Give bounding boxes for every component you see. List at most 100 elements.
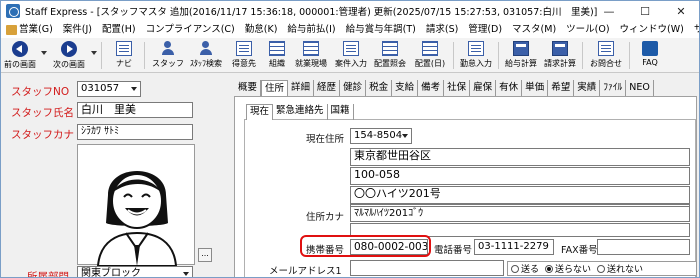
menu-haichi[interactable]: 配置(H): [97, 21, 141, 38]
customer-button[interactable]: 得意先: [229, 39, 259, 72]
menu-tool[interactable]: ツール(O): [561, 21, 614, 38]
radio-send[interactable]: 送る: [511, 262, 539, 275]
chevron-down-icon: [131, 87, 137, 91]
tab-social-insurance[interactable]: 社保: [444, 80, 471, 96]
address-line1-field[interactable]: 東京都世田谷区: [350, 148, 690, 166]
tab-paid-leave[interactable]: 有休: [496, 80, 523, 96]
app-icon: [6, 4, 20, 18]
billing-calc-button[interactable]: 請求計算: [541, 39, 579, 72]
payroll-calc-button[interactable]: 給与計算: [503, 39, 539, 72]
staff-button[interactable]: スタッフ: [151, 39, 185, 72]
current-address-label: 現在住所: [306, 134, 345, 145]
staff-icon: [160, 41, 176, 56]
menu-kanri[interactable]: 管理(D): [463, 21, 507, 38]
menu-anken[interactable]: 案件(J): [58, 21, 97, 38]
tab-tax[interactable]: 税金: [366, 80, 393, 96]
dept-label: 所属部門: [27, 271, 69, 278]
inquiry-button[interactable]: お問合せ: [587, 39, 625, 72]
faq-icon: [642, 41, 658, 56]
menu-support[interactable]: サポート(H): [689, 21, 699, 38]
radio-do-not-send[interactable]: 送らない: [545, 262, 591, 275]
billing-calc-icon: [552, 41, 568, 56]
tab-unit-price[interactable]: 単価: [522, 80, 549, 96]
toolbar-divider: [629, 42, 630, 69]
workplace-button[interactable]: 就業現場: [293, 39, 329, 72]
staff-name-field[interactable]: 白川 里美: [77, 102, 193, 118]
staff-no-select[interactable]: 031057: [77, 81, 141, 97]
address-kana-label: 住所カナ: [306, 212, 345, 223]
mobile-number-highlight: [300, 235, 431, 257]
toolbar-divider: [144, 42, 145, 69]
subtab-current[interactable]: 現在: [246, 104, 274, 120]
workplace-icon: [303, 41, 319, 56]
placement-day-button[interactable]: 配置(日): [411, 39, 449, 72]
attendance-entry-button[interactable]: 勤怠入力: [457, 39, 495, 72]
tab-history[interactable]: 経歴: [314, 80, 341, 96]
menu-folder-icon: [6, 24, 17, 35]
main-tabs: 概要 住所 詳細 経歴 健診 税金 支給 備考 社保 雇保 有休 単価 希望 実…: [235, 80, 654, 97]
menu-seikyu[interactable]: 請求(S): [421, 21, 463, 38]
photo-browse-button[interactable]: ...: [198, 248, 212, 262]
menu-kyuyo-maebarai[interactable]: 給与前払(I): [282, 21, 340, 38]
title-bar: Staff Express - [スタッフマスタ 追加(2016/11/17 1…: [1, 1, 699, 21]
dept-select[interactable]: 関東ブロック: [77, 266, 193, 277]
maximize-button[interactable]: ☐: [627, 1, 663, 21]
navi-button[interactable]: ナビ: [111, 39, 137, 72]
tab-notes[interactable]: 備考: [418, 80, 445, 96]
staff-photo: [77, 144, 195, 267]
close-button[interactable]: ✕: [663, 1, 699, 21]
address-line2-field[interactable]: 100-058: [350, 167, 690, 185]
prev-screen-button[interactable]: 前の画面: [3, 39, 37, 72]
next-dropdown-icon[interactable]: [91, 51, 97, 55]
email-label: メールアドレス1: [269, 266, 342, 277]
toolbar: 前の画面 次の画面 ナビ スタッフ ｽﾀｯﾌ検索 得意先 組織 就業現場 案件入…: [1, 38, 699, 73]
sub-tabs: 現在 緊急連絡先 国籍: [246, 104, 354, 120]
tab-details[interactable]: 詳細: [288, 80, 315, 96]
toolbar-divider: [453, 42, 454, 69]
subtab-nationality[interactable]: 国籍: [328, 104, 354, 120]
application-window: Staff Express - [スタッフマスタ 追加(2016/11/17 1…: [0, 0, 700, 278]
subtab-emergency-contact[interactable]: 緊急連絡先: [273, 104, 328, 120]
staff-search-button[interactable]: ｽﾀｯﾌ検索: [187, 39, 225, 72]
organization-button[interactable]: 組織: [263, 39, 291, 72]
address-line3-field[interactable]: 〇〇ハイツ201号: [350, 186, 690, 204]
postal-code-select[interactable]: 154-8504: [350, 128, 412, 144]
tab-preferences[interactable]: 希望: [548, 80, 575, 96]
tab-payment[interactable]: 支給: [392, 80, 419, 96]
email-field[interactable]: [350, 260, 504, 276]
placement-inquiry-button[interactable]: 配置照会: [371, 39, 409, 72]
fax-number-field[interactable]: [597, 239, 690, 255]
radio-button-selected-icon: [545, 264, 554, 273]
tab-address[interactable]: 住所: [261, 80, 289, 96]
address-kana-field[interactable]: ﾏﾙﾏﾙﾊｲﾂ201ｺﾞｳ: [350, 206, 690, 222]
toolbar-divider: [498, 42, 499, 69]
tab-overview[interactable]: 概要: [235, 80, 262, 96]
tab-neo[interactable]: NEO: [626, 80, 654, 96]
arrow-right-icon: [61, 41, 77, 57]
menu-master[interactable]: マスタ(M): [507, 21, 561, 38]
minimize-button[interactable]: —: [591, 1, 627, 21]
customer-icon: [236, 41, 252, 56]
menu-eigyo[interactable]: 営業(G): [1, 21, 58, 38]
menu-kintai[interactable]: 勤怠(K): [240, 21, 283, 38]
next-screen-button[interactable]: 次の画面: [51, 39, 87, 72]
menu-kyuyo-shoyo[interactable]: 給与賞与年調(T): [341, 21, 421, 38]
phone-number-label: 電話番号: [434, 245, 473, 256]
person-illustration-icon: [96, 171, 178, 267]
tab-employment-insurance[interactable]: 雇保: [470, 80, 497, 96]
tab-record[interactable]: 実績: [574, 80, 601, 96]
menu-compliance[interactable]: コンプライアンス(C): [141, 21, 240, 38]
menu-window[interactable]: ウィンドウ(W): [615, 21, 689, 38]
staff-kana-field[interactable]: ｼﾗｶﾜ ｻﾄﾐ: [77, 124, 193, 140]
staff-search-icon: [198, 41, 214, 56]
tab-file[interactable]: ﾌｧｲﾙ: [600, 80, 627, 96]
email-send-options: 送る 送らない 送れない: [507, 261, 697, 276]
tab-health-check[interactable]: 健診: [340, 80, 367, 96]
radio-cannot-send[interactable]: 送れない: [597, 262, 643, 275]
job-entry-button[interactable]: 案件入力: [333, 39, 369, 72]
arrow-left-icon: [12, 41, 28, 57]
faq-button[interactable]: FAQ: [637, 39, 663, 72]
organization-icon: [269, 41, 285, 56]
phone-number-field[interactable]: 03-1111-2279: [474, 239, 554, 255]
prev-dropdown-icon[interactable]: [41, 51, 47, 55]
